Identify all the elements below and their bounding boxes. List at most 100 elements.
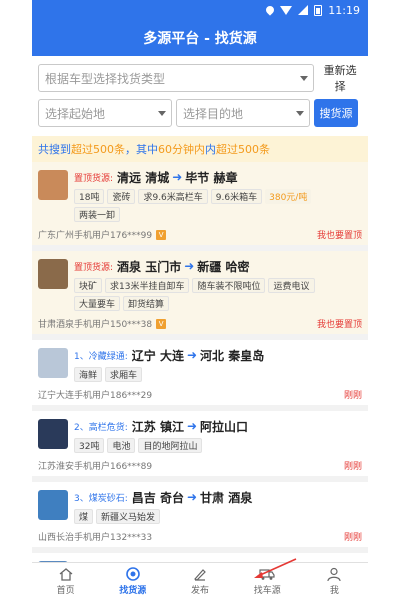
summary-prefix: 共搜到 (38, 143, 71, 156)
origin-location: 清远 清城 (117, 170, 170, 185)
nav-tab-publish[interactable]: 发布 (166, 563, 233, 600)
cargo-attribute-chip: 新疆义马始发 (96, 509, 161, 524)
phone-screen: 11:19 多源平台 - 找货源 根据车型选择找货类型 重新选择 选择起始地 选… (32, 0, 368, 600)
post-time: 刚刚 (343, 391, 362, 401)
nav-tab-truck[interactable]: 找车源 (234, 563, 301, 600)
summary-recent: 60分钟内 (158, 143, 205, 156)
cargo-category-tag: 3、煤炭砂石: (74, 493, 128, 504)
profile-icon (326, 567, 342, 582)
cargo-attribute-chip: 电池 (107, 438, 136, 453)
cargo-attribute-chip: 煤 (74, 509, 94, 524)
summary-mid: ，其中 (125, 143, 158, 156)
cargo-attribute-chip: 随车装不限吨位 (192, 278, 266, 293)
origin-location: 酒泉 玉门市 (117, 259, 182, 274)
cargo-attribute-chip: 卸货结算 (123, 296, 170, 311)
page-title: 多源平台 - 找货源 (32, 20, 368, 56)
cargo-attribute-chip: 目的地阿拉山 (138, 438, 203, 453)
chevron-down-icon (300, 76, 309, 81)
origin-location: 江苏 镇江 (131, 419, 184, 434)
pin-to-top-link[interactable]: 我也要置顶 (317, 317, 362, 330)
filter-panel: 根据车型选择找货类型 重新选择 选择起始地 选择目的地 搜货源 (32, 56, 368, 136)
post-time: 刚刚 (343, 533, 362, 543)
reset-button[interactable]: 重新选择 (318, 62, 362, 94)
cargo-category-tag: 2、高栏危货: (74, 422, 128, 433)
cargo-listing[interactable]: 1、冷藏绿通: 辽宁 大连 ➜ 河北 秦皇岛 海鲜 求厢车 辽宁大连手机用户186… (32, 340, 368, 405)
cargo-listing[interactable]: 置顶货源: 清远 清城 ➜ 毕节 赫章 18吨 瓷砖 求9.6米高栏车 9.6米箱车 … (32, 162, 368, 245)
vehicle-type-placeholder: 根据车型选择找货类型 (45, 71, 166, 86)
location-icon (264, 4, 276, 16)
poster-user: 江苏淮安手机用户166***89 (38, 462, 153, 472)
destination-location: 毕节 赫章 (185, 170, 238, 185)
find-cargo-icon (125, 567, 141, 581)
bottom-nav: 首页 找货源 发布 找车源 我 (32, 562, 368, 600)
search-summary: 共搜到 超过500条 ，其中 60分钟内 内 超过500条 (32, 136, 368, 162)
destination-location: 河北 秦皇岛 (200, 348, 265, 363)
nav-tab-profile[interactable]: 我 (301, 563, 368, 600)
cargo-thumbnail (38, 348, 68, 378)
cargo-attribute-chip: 18吨 (74, 189, 105, 204)
cargo-thumbnail (38, 419, 68, 449)
cargo-attribute-chip: 运费电议 (268, 278, 315, 293)
cargo-attribute-chip: 9.6米箱车 (210, 189, 263, 204)
publish-icon (192, 567, 208, 581)
cargo-category-tag: 置顶货源: (74, 173, 114, 184)
summary-recent-count: 超过500条 (216, 143, 270, 156)
origin-placeholder: 选择起始地 (45, 106, 106, 121)
cargo-thumbnail (38, 490, 68, 520)
destination-location: 阿拉山口 (200, 419, 249, 434)
freight-price: 380元/吨 (265, 189, 312, 204)
wifi-icon (280, 5, 293, 15)
destination-select[interactable]: 选择目的地 (176, 99, 310, 127)
signal-icon (298, 5, 309, 15)
origin-location: 辽宁 大连 (131, 348, 184, 363)
nav-tab-home[interactable]: 首页 (32, 563, 99, 600)
origin-location: 昌吉 奇台 (131, 490, 184, 505)
chevron-down-icon (158, 111, 166, 116)
battery-icon (314, 4, 323, 16)
cargo-attribute-chip: 求厢车 (105, 367, 143, 382)
truck-icon (259, 567, 275, 581)
nav-tab-label: 我 (329, 586, 339, 596)
vip-badge-icon: V (156, 229, 167, 240)
home-icon (58, 567, 74, 581)
status-time: 11:19 (328, 3, 360, 17)
poster-user: 山西长治手机用户132***33 (38, 533, 153, 543)
route-arrow-icon: ➜ (186, 419, 198, 433)
poster-user: 广东广州手机用户176***99 (38, 231, 153, 241)
cargo-thumbnail (38, 170, 68, 200)
cargo-attribute-chip: 块矿 (74, 278, 103, 293)
nav-tab-label: 找货源 (119, 586, 147, 596)
cargo-thumbnail (38, 259, 68, 289)
cargo-listing[interactable]: 2、高栏危货: 江苏 镇江 ➜ 阿拉山口 32吨 电池 目的地阿拉山 江苏淮安手机用… (32, 411, 368, 476)
destination-location: 新疆 哈密 (197, 259, 250, 274)
summary-recent-label: 内 (205, 143, 216, 156)
cargo-listing[interactable]: 置顶货源: 酒泉 玉门市 ➜ 新疆 哈密 块矿 求13米半挂自卸车 随车装不限吨位运… (32, 251, 368, 334)
poster-user: 甘肃酒泉手机用户150***38 (38, 320, 153, 330)
destination-location: 甘肃 酒泉 (200, 490, 253, 505)
nav-tab-label: 找车源 (253, 586, 281, 596)
route-arrow-icon: ➜ (186, 490, 198, 504)
route-arrow-icon: ➜ (172, 170, 183, 184)
cargo-category-tag: 置顶货源: (74, 262, 114, 273)
cargo-category-tag: 1、冷藏绿通: (74, 351, 128, 362)
origin-select[interactable]: 选择起始地 (38, 99, 172, 127)
cargo-listing[interactable]: 3、煤炭砂石: 昌吉 奇台 ➜ 甘肃 酒泉 煤新疆义马始发 山西长治手机用户13… (32, 482, 368, 547)
route-arrow-icon: ➜ (186, 348, 198, 362)
pin-to-top-link[interactable]: 我也要置顶 (317, 228, 362, 241)
destination-placeholder: 选择目的地 (183, 106, 244, 121)
poster-user: 辽宁大连手机用户186***29 (38, 391, 153, 401)
nav-tab-find-cargo[interactable]: 找货源 (99, 563, 166, 600)
vip-badge-icon: V (156, 318, 167, 329)
vehicle-type-select[interactable]: 根据车型选择找货类型 (38, 64, 315, 92)
route-arrow-icon: ➜ (184, 259, 195, 273)
search-button[interactable]: 搜货源 (314, 99, 358, 127)
cargo-attribute-chip: 瓷砖 (107, 189, 136, 204)
status-bar: 11:19 (32, 0, 368, 20)
nav-tab-label: 首页 (56, 586, 75, 596)
cargo-list: 置顶货源: 清远 清城 ➜ 毕节 赫章 18吨 瓷砖 求9.6米高栏车 9.6米箱车 … (32, 162, 368, 595)
cargo-attribute-chip: 求13米半挂自卸车 (105, 278, 190, 293)
summary-count: 超过500条 (71, 143, 125, 156)
nav-tab-label: 发布 (191, 586, 210, 596)
cargo-attribute-chip: 求9.6米高栏车 (138, 189, 208, 204)
cargo-attribute-chip: 两装一卸 (74, 207, 121, 222)
